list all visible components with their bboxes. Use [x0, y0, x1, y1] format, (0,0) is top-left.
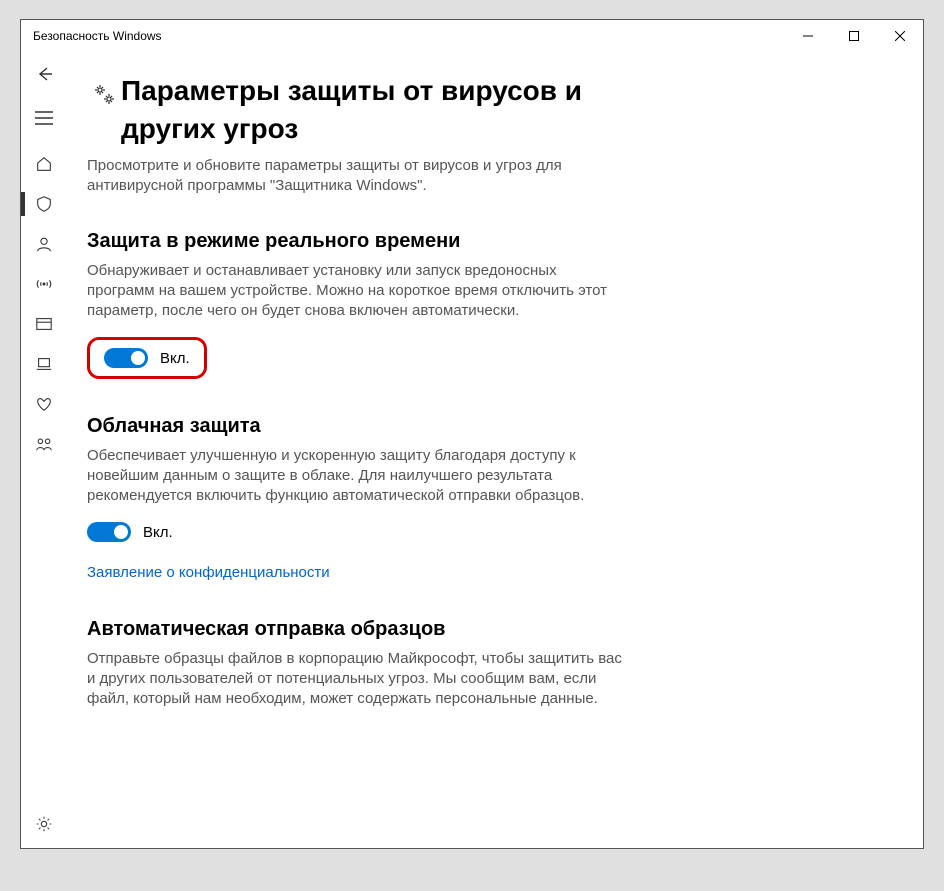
realtime-title: Защита в режиме реального времени [87, 230, 627, 253]
titlebar: Безопасность Windows [21, 20, 923, 52]
laptop-icon [35, 355, 53, 373]
section-samples: Автоматическая отправка образцов Отправь… [87, 618, 627, 709]
realtime-description: Обнаруживает и останавливает установку и… [87, 261, 627, 321]
home-icon [35, 155, 53, 173]
realtime-toggle-row: Вкл. [104, 348, 190, 368]
nav-virus-protection[interactable] [21, 184, 67, 224]
app-window: Безопасность Windows [20, 19, 924, 849]
page-header: Параметры защиты от вирусов и других угр… [87, 72, 899, 148]
close-button[interactable] [877, 20, 923, 52]
gears-icon [92, 82, 116, 106]
cloud-toggle-label: Вкл. [143, 524, 173, 541]
shield-icon [35, 195, 53, 213]
cloud-toggle-row: Вкл. [87, 522, 627, 542]
nav-device-health[interactable] [21, 384, 67, 424]
menu-button[interactable] [21, 96, 67, 140]
maximize-button[interactable] [831, 20, 877, 52]
samples-title: Автоматическая отправка образцов [87, 618, 627, 641]
cloud-description: Обеспечивает улучшенную и ускоренную защ… [87, 446, 627, 506]
nav-settings[interactable] [21, 804, 67, 844]
cloud-title: Облачная защита [87, 415, 627, 438]
nav-firewall[interactable] [21, 264, 67, 304]
page-description: Просмотрите и обновите параметры защиты … [87, 156, 587, 196]
nav-family[interactable] [21, 424, 67, 464]
family-icon [35, 435, 53, 453]
window-title: Безопасность Windows [33, 29, 785, 43]
realtime-toggle-label: Вкл. [160, 350, 190, 367]
heart-icon [35, 395, 53, 413]
nav-device-security[interactable] [21, 344, 67, 384]
gear-icon [35, 815, 53, 833]
samples-description: Отправьте образцы файлов в корпорацию Ма… [87, 649, 627, 709]
close-icon [895, 31, 905, 41]
header-icon-wrap [87, 72, 121, 106]
section-cloud: Облачная защита Обеспечивает улучшенную … [87, 415, 627, 582]
realtime-toggle[interactable] [104, 348, 148, 368]
hamburger-icon [35, 111, 53, 125]
nav-home[interactable] [21, 144, 67, 184]
window-body: Параметры защиты от вирусов и других угр… [21, 52, 923, 848]
page-title: Параметры защиты от вирусов и других угр… [121, 72, 621, 148]
sidebar [21, 52, 67, 848]
main-content[interactable]: Параметры защиты от вирусов и других угр… [67, 52, 923, 848]
app-window-icon [35, 315, 53, 333]
back-arrow-icon [35, 65, 53, 83]
section-realtime: Защита в режиме реального времени Обнару… [87, 230, 627, 379]
back-button[interactable] [21, 52, 67, 96]
privacy-statement-link[interactable]: Заявление о конфиденциальности [87, 564, 330, 581]
nav-app-browser[interactable] [21, 304, 67, 344]
nav-account-protection[interactable] [21, 224, 67, 264]
minimize-icon [803, 31, 813, 41]
maximize-icon [849, 31, 859, 41]
nav-list [21, 144, 67, 464]
realtime-toggle-highlight: Вкл. [87, 337, 207, 379]
minimize-button[interactable] [785, 20, 831, 52]
person-icon [35, 235, 53, 253]
antenna-icon [35, 275, 53, 293]
cloud-toggle[interactable] [87, 522, 131, 542]
